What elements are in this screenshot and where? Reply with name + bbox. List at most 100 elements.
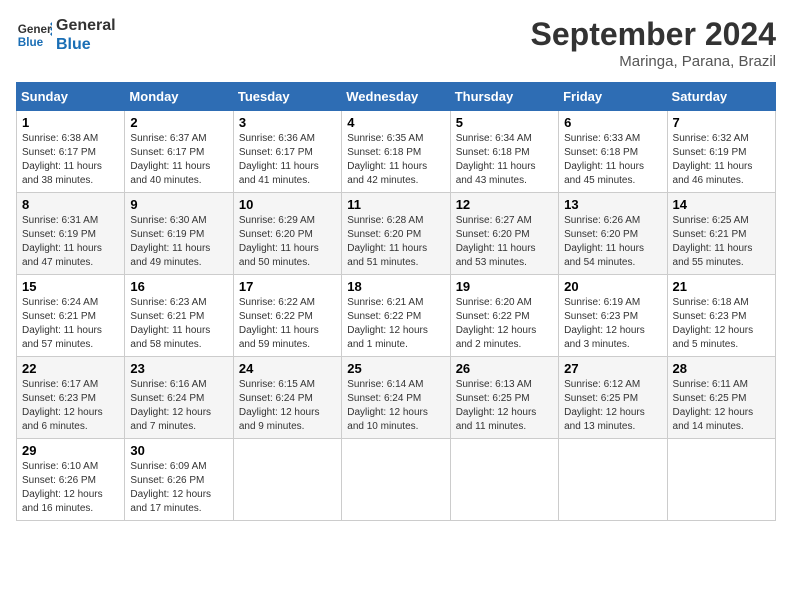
calendar-day-cell: 23Sunrise: 6:16 AM Sunset: 6:24 PM Dayli… (125, 357, 233, 439)
location-title: Maringa, Parana, Brazil (531, 53, 776, 70)
weekday-header: Tuesday (233, 83, 341, 111)
weekday-header: Thursday (450, 83, 558, 111)
logo-icon: General Blue (16, 17, 52, 53)
calendar-day-cell: 20 Sunrise: 6:19 AM Sunset: 6:23 PM Dayli… (559, 275, 667, 357)
day-info: Sunrise: 6:11 AM Sunset: 6:25 PM Dayligh… (673, 378, 770, 434)
day-number: 2 (130, 115, 227, 130)
day-number: 21 (673, 279, 770, 294)
calendar-day-cell: 9 Sunrise: 6:30 AM Sunset: 6:19 PM Daylig… (125, 193, 233, 275)
day-info: Sunrise: 6:34 AM Sunset: 6:18 PM Dayligh… (456, 132, 553, 188)
day-info: Sunrise: 6:10 AM Sunset: 6:26 PM Dayligh… (22, 460, 119, 516)
day-info: Sunrise: 6:23 AM Sunset: 6:21 PM Dayligh… (130, 296, 227, 352)
day-info: Sunrise: 6:33 AM Sunset: 6:18 PM Dayligh… (564, 132, 661, 188)
calendar-week-row: 22 Sunrise: 6:17 AM Sunset: 6:23 PM Dayli… (17, 357, 776, 439)
page-header: General Blue General Blue September 2024… (16, 16, 776, 70)
day-number: 3 (239, 115, 336, 130)
calendar-day-cell: 14 Sunrise: 6:25 AM Sunset: 6:21 PM Dayli… (667, 193, 775, 275)
day-number: 28 (673, 361, 770, 376)
title-block: September 2024 Maringa, Parana, Brazil (531, 16, 776, 70)
day-number: 6 (564, 115, 661, 130)
day-number: 27 (564, 361, 661, 376)
day-info: Sunrise: 6:27 AM Sunset: 6:20 PM Dayligh… (456, 214, 553, 270)
weekday-header: Sunday (17, 83, 125, 111)
calendar-day-cell: 8 Sunrise: 6:31 AM Sunset: 6:19 PM Daylig… (17, 193, 125, 275)
day-info: Sunrise: 6:13 AM Sunset: 6:25 PM Dayligh… (456, 378, 553, 434)
calendar-day-cell: 28 Sunrise: 6:11 AM Sunset: 6:25 PM Dayli… (667, 357, 775, 439)
day-number: 5 (456, 115, 553, 130)
day-info: Sunrise: 6:26 AM Sunset: 6:20 PM Dayligh… (564, 214, 661, 270)
day-info: Sunrise: 6:29 AM Sunset: 6:20 PM Dayligh… (239, 214, 336, 270)
day-number: 20 (564, 279, 661, 294)
month-title: September 2024 (531, 16, 776, 53)
day-number: 19 (456, 279, 553, 294)
day-number: 1 (22, 115, 119, 130)
day-number: 11 (347, 197, 444, 212)
day-number: 26 (456, 361, 553, 376)
day-info: Sunrise: 6:20 AM Sunset: 6:22 PM Dayligh… (456, 296, 553, 352)
calendar-day-cell: 4Sunrise: 6:35 AM Sunset: 6:18 PM Daylig… (342, 111, 450, 193)
day-info: Sunrise: 6:38 AM Sunset: 6:17 PM Dayligh… (22, 132, 119, 188)
day-number: 4 (347, 115, 444, 130)
weekday-header: Monday (125, 83, 233, 111)
calendar-day-cell: 22 Sunrise: 6:17 AM Sunset: 6:23 PM Dayli… (17, 357, 125, 439)
day-number: 7 (673, 115, 770, 130)
calendar-day-cell: 26 Sunrise: 6:13 AM Sunset: 6:25 PM Dayli… (450, 357, 558, 439)
calendar-day-cell: 19 Sunrise: 6:20 AM Sunset: 6:22 PM Dayli… (450, 275, 558, 357)
calendar-day-cell: 10Sunrise: 6:29 AM Sunset: 6:20 PM Dayli… (233, 193, 341, 275)
day-info: Sunrise: 6:09 AM Sunset: 6:26 PM Dayligh… (130, 460, 227, 516)
day-number: 12 (456, 197, 553, 212)
day-number: 25 (347, 361, 444, 376)
calendar-day-cell: 2 Sunrise: 6:37 AM Sunset: 6:17 PM Daylig… (125, 111, 233, 193)
calendar-day-cell (233, 439, 341, 521)
calendar-day-cell: 1 Sunrise: 6:38 AM Sunset: 6:17 PM Daylig… (17, 111, 125, 193)
calendar-day-cell: 18Sunrise: 6:21 AM Sunset: 6:22 PM Dayli… (342, 275, 450, 357)
calendar-header-row: SundayMondayTuesdayWednesdayThursdayFrid… (17, 83, 776, 111)
day-info: Sunrise: 6:36 AM Sunset: 6:17 PM Dayligh… (239, 132, 336, 188)
calendar-day-cell: 13 Sunrise: 6:26 AM Sunset: 6:20 PM Dayli… (559, 193, 667, 275)
calendar-day-cell: 17Sunrise: 6:22 AM Sunset: 6:22 PM Dayli… (233, 275, 341, 357)
day-number: 8 (22, 197, 119, 212)
calendar-week-row: 1 Sunrise: 6:38 AM Sunset: 6:17 PM Daylig… (17, 111, 776, 193)
day-number: 14 (673, 197, 770, 212)
day-info: Sunrise: 6:21 AM Sunset: 6:22 PM Dayligh… (347, 296, 444, 352)
day-info: Sunrise: 6:25 AM Sunset: 6:21 PM Dayligh… (673, 214, 770, 270)
day-number: 15 (22, 279, 119, 294)
calendar-day-cell: 12 Sunrise: 6:27 AM Sunset: 6:20 PM Dayli… (450, 193, 558, 275)
calendar-week-row: 8 Sunrise: 6:31 AM Sunset: 6:19 PM Daylig… (17, 193, 776, 275)
day-number: 24 (239, 361, 336, 376)
logo-blue: Blue (56, 35, 116, 54)
calendar-day-cell: 27 Sunrise: 6:12 AM Sunset: 6:25 PM Dayli… (559, 357, 667, 439)
day-number: 9 (130, 197, 227, 212)
day-number: 22 (22, 361, 119, 376)
day-info: Sunrise: 6:30 AM Sunset: 6:19 PM Dayligh… (130, 214, 227, 270)
calendar-day-cell: 25 Sunrise: 6:14 AM Sunset: 6:24 PM Dayli… (342, 357, 450, 439)
calendar-day-cell: 16Sunrise: 6:23 AM Sunset: 6:21 PM Dayli… (125, 275, 233, 357)
calendar-day-cell (342, 439, 450, 521)
weekday-header: Saturday (667, 83, 775, 111)
day-number: 13 (564, 197, 661, 212)
day-info: Sunrise: 6:18 AM Sunset: 6:23 PM Dayligh… (673, 296, 770, 352)
calendar-day-cell (667, 439, 775, 521)
day-info: Sunrise: 6:17 AM Sunset: 6:23 PM Dayligh… (22, 378, 119, 434)
calendar-day-cell: 11Sunrise: 6:28 AM Sunset: 6:20 PM Dayli… (342, 193, 450, 275)
day-info: Sunrise: 6:19 AM Sunset: 6:23 PM Dayligh… (564, 296, 661, 352)
day-info: Sunrise: 6:12 AM Sunset: 6:25 PM Dayligh… (564, 378, 661, 434)
logo-general: General (56, 16, 116, 35)
day-info: Sunrise: 6:37 AM Sunset: 6:17 PM Dayligh… (130, 132, 227, 188)
day-number: 29 (22, 443, 119, 458)
calendar-day-cell: 3 Sunrise: 6:36 AM Sunset: 6:17 PM Daylig… (233, 111, 341, 193)
day-info: Sunrise: 6:32 AM Sunset: 6:19 PM Dayligh… (673, 132, 770, 188)
day-info: Sunrise: 6:14 AM Sunset: 6:24 PM Dayligh… (347, 378, 444, 434)
logo: General Blue General Blue (16, 16, 116, 54)
calendar-day-cell: 21 Sunrise: 6:18 AM Sunset: 6:23 PM Dayli… (667, 275, 775, 357)
day-info: Sunrise: 6:31 AM Sunset: 6:19 PM Dayligh… (22, 214, 119, 270)
calendar-week-row: 29 Sunrise: 6:10 AM Sunset: 6:26 PM Dayli… (17, 439, 776, 521)
weekday-header: Friday (559, 83, 667, 111)
day-info: Sunrise: 6:15 AM Sunset: 6:24 PM Dayligh… (239, 378, 336, 434)
calendar-table: SundayMondayTuesdayWednesdayThursdayFrid… (16, 82, 776, 521)
calendar-day-cell: 7 Sunrise: 6:32 AM Sunset: 6:19 PM Daylig… (667, 111, 775, 193)
calendar-day-cell: 6 Sunrise: 6:33 AM Sunset: 6:18 PM Daylig… (559, 111, 667, 193)
calendar-day-cell: 29 Sunrise: 6:10 AM Sunset: 6:26 PM Dayli… (17, 439, 125, 521)
calendar-day-cell: 30Sunrise: 6:09 AM Sunset: 6:26 PM Dayli… (125, 439, 233, 521)
svg-text:Blue: Blue (18, 36, 44, 49)
